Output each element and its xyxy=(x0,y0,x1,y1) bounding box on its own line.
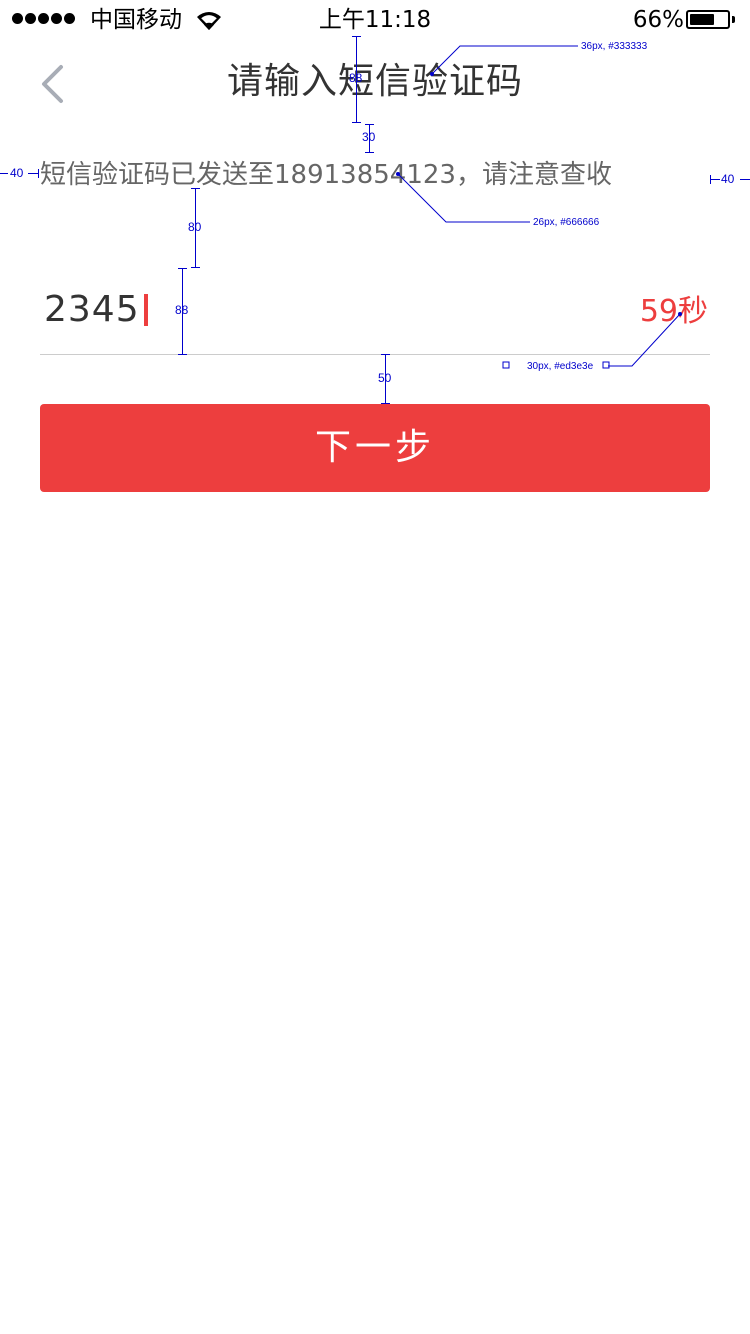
countdown-spec-label: 30px, #ed3e3e xyxy=(527,361,594,372)
dimension-line xyxy=(28,173,38,174)
right-margin-label: 40 xyxy=(721,172,735,186)
hint-gap-label: 80 xyxy=(188,220,202,234)
dimension-tick xyxy=(178,354,187,355)
nav-gap-label: 30 xyxy=(362,130,376,144)
hint-spec-label: 26px, #666666 xyxy=(533,217,600,228)
dimension-tick xyxy=(352,122,361,123)
button-gap-label: 50 xyxy=(378,371,392,385)
dimension-tick xyxy=(365,152,374,153)
dimension-tick xyxy=(38,169,39,178)
dimension-tick xyxy=(191,188,200,189)
dimension-tick xyxy=(365,124,374,125)
dimension-tick xyxy=(352,36,361,37)
dimension-tick xyxy=(178,268,187,269)
dimension-tick xyxy=(381,354,390,355)
dimension-line xyxy=(710,179,720,180)
annotation-leader-lines xyxy=(396,45,682,369)
field-height-label: 88 xyxy=(175,303,189,317)
dimension-tick xyxy=(381,403,390,404)
dimension-line xyxy=(0,173,8,174)
nav-height-label: 88 xyxy=(349,71,363,85)
dimension-tick xyxy=(191,267,200,268)
dimension-line xyxy=(740,179,750,180)
left-margin-label: 40 xyxy=(10,166,24,180)
title-spec-label: 36px, #333333 xyxy=(581,41,648,52)
